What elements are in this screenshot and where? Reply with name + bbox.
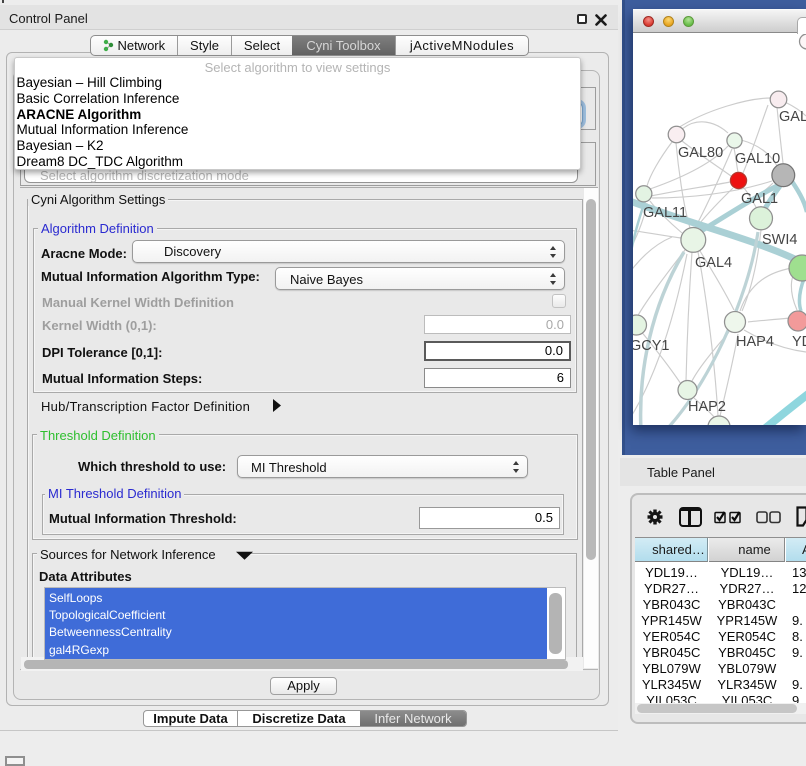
svg-text:GCY1: GCY1 <box>633 338 670 354</box>
svg-text:GAL10: GAL10 <box>735 151 780 167</box>
svg-text:GAL7: GAL7 <box>779 109 806 125</box>
svg-text:YD: YD <box>792 334 806 350</box>
svg-text:SWI4: SWI4 <box>762 232 797 248</box>
svg-text:GAL1: GAL1 <box>741 191 778 207</box>
svg-text:GAL4: GAL4 <box>695 255 732 271</box>
svg-text:HAP4: HAP4 <box>736 334 774 350</box>
svg-text:GAL11: GAL11 <box>643 205 687 221</box>
svg-text:HAP2: HAP2 <box>688 399 726 415</box>
svg-text:GAL80: GAL80 <box>678 145 723 161</box>
